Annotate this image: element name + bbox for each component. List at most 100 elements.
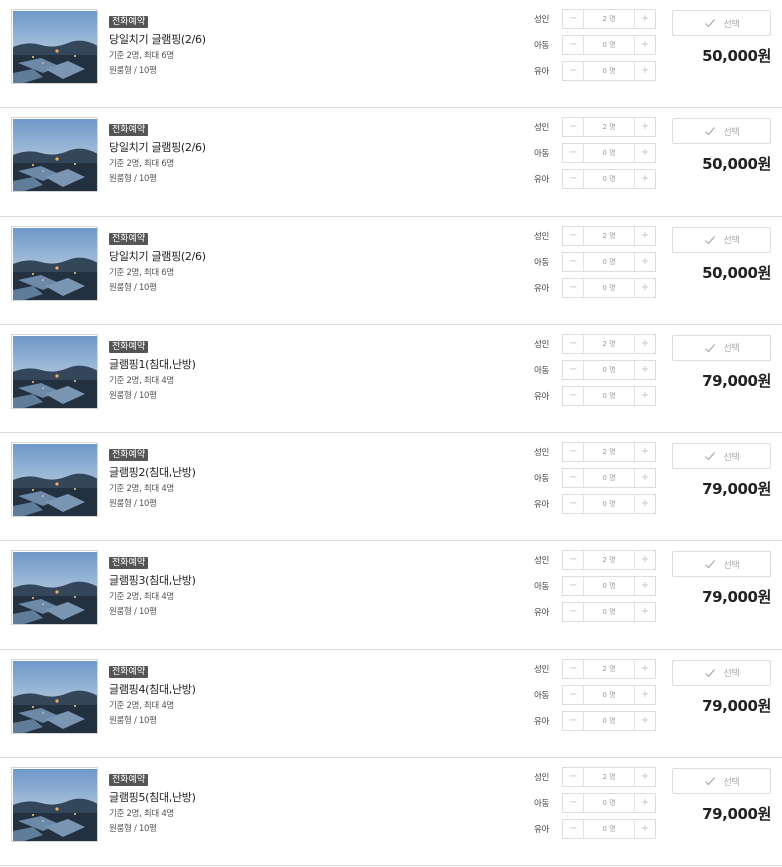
plus-button[interactable]: + xyxy=(634,685,655,704)
select-button[interactable]: 선택 xyxy=(672,334,771,361)
minus-button[interactable]: − xyxy=(563,278,584,297)
plus-button[interactable]: + xyxy=(634,768,655,787)
infant-stepper: − 0 명 + xyxy=(562,61,656,81)
phone-reservation-badge: 전화예약 xyxy=(109,232,149,245)
phone-reservation-badge: 전화예약 xyxy=(109,340,149,353)
room-type: 원룸형 / 10평 xyxy=(109,499,157,510)
plus-button[interactable]: + xyxy=(634,495,655,514)
minus-button[interactable]: − xyxy=(563,36,584,54)
room-name[interactable]: 글램핑5(침대,난방) xyxy=(109,791,196,805)
plus-button[interactable]: + xyxy=(634,278,655,297)
minus-button[interactable]: − xyxy=(563,10,584,28)
room-info: 전화예약 당일치기 글램핑(2/6) 기준 2명, 최대 6명 원룸형 / 10… xyxy=(109,9,206,77)
room-capacity: 기준 2명, 최대 4명 xyxy=(109,592,174,603)
room-name[interactable]: 당일치기 글램핑(2/6) xyxy=(109,33,206,47)
adult-stepper: − 2 명 + xyxy=(562,333,656,354)
plus-button[interactable]: + xyxy=(634,252,655,271)
room-name[interactable]: 당일치기 글램핑(2/6) xyxy=(109,250,206,264)
plus-button[interactable]: + xyxy=(634,334,655,353)
infant-stepper: − 0 명 + xyxy=(562,602,656,623)
room-row: 전화예약 당일치기 글램핑(2/6) 기준 2명, 최대 6명 원룸형 / 10… xyxy=(0,217,782,325)
plus-button[interactable]: + xyxy=(634,820,655,839)
minus-button[interactable]: − xyxy=(563,794,584,813)
room-thumbnail[interactable] xyxy=(11,333,98,409)
plus-button[interactable]: + xyxy=(634,118,655,137)
plus-button[interactable]: + xyxy=(634,10,655,28)
room-name[interactable]: 글램핑2(침대,난방) xyxy=(109,466,196,480)
room-name[interactable]: 글램핑1(침대,난방) xyxy=(109,358,196,372)
plus-button[interactable]: + xyxy=(634,443,655,462)
plus-button[interactable]: + xyxy=(634,794,655,813)
plus-button[interactable]: + xyxy=(634,603,655,622)
plus-button[interactable]: + xyxy=(634,577,655,596)
select-button[interactable]: 선택 xyxy=(672,226,771,253)
room-thumbnail[interactable] xyxy=(11,442,98,518)
room-name[interactable]: 글램핑3(침대,난방) xyxy=(109,574,196,588)
select-button[interactable]: 선택 xyxy=(672,551,771,578)
plus-button[interactable]: + xyxy=(634,170,655,189)
minus-button[interactable]: − xyxy=(563,469,584,488)
minus-button[interactable]: − xyxy=(563,226,584,245)
adult-line: 성인 − 2 명 + xyxy=(534,9,656,29)
select-button[interactable]: 선택 xyxy=(672,10,771,36)
select-button[interactable]: 선택 xyxy=(672,768,771,795)
plus-button[interactable]: + xyxy=(634,226,655,245)
room-thumbnail[interactable] xyxy=(11,225,98,301)
select-label: 선택 xyxy=(723,777,740,788)
select-button[interactable]: 선택 xyxy=(672,659,771,686)
infant-count: 0 명 xyxy=(602,283,616,292)
minus-button[interactable]: − xyxy=(563,360,584,379)
minus-button[interactable]: − xyxy=(563,170,584,189)
infant-count: 0 명 xyxy=(602,608,616,617)
adult-label: 성인 xyxy=(534,556,550,567)
room-thumbnail[interactable] xyxy=(11,117,98,193)
minus-button[interactable]: − xyxy=(563,711,584,730)
room-thumbnail[interactable] xyxy=(11,550,98,626)
plus-button[interactable]: + xyxy=(634,360,655,379)
room-capacity: 기준 2명, 최대 6명 xyxy=(109,159,174,170)
minus-button[interactable]: − xyxy=(563,768,584,787)
guest-selector: 성인 − 2 명 + 아동 − 0 명 + 유아 − 0 명 + xyxy=(534,767,656,845)
select-button[interactable]: 선택 xyxy=(672,443,771,470)
select-button[interactable]: 선택 xyxy=(672,118,771,145)
room-name[interactable]: 글램핑4(침대,난방) xyxy=(109,683,196,697)
minus-button[interactable]: − xyxy=(563,443,584,462)
adult-stepper: − 2 명 + xyxy=(562,658,656,679)
plus-button[interactable]: + xyxy=(634,62,655,80)
room-name[interactable]: 당일치기 글램핑(2/6) xyxy=(109,141,206,155)
room-thumbnail[interactable] xyxy=(11,9,98,84)
plus-button[interactable]: + xyxy=(634,144,655,163)
room-price: 79,000원 xyxy=(702,805,771,824)
plus-button[interactable]: + xyxy=(634,711,655,730)
minus-button[interactable]: − xyxy=(563,386,584,405)
minus-button[interactable]: − xyxy=(563,577,584,596)
room-thumbnail[interactable] xyxy=(11,658,98,734)
plus-button[interactable]: + xyxy=(634,386,655,405)
minus-button[interactable]: − xyxy=(563,685,584,704)
adult-line: 성인 − 2 명 + xyxy=(534,767,656,788)
minus-button[interactable]: − xyxy=(563,334,584,353)
adult-line: 성인 − 2 명 + xyxy=(534,225,656,246)
plus-button[interactable]: + xyxy=(634,36,655,54)
child-stepper: − 0 명 + xyxy=(562,468,656,489)
plus-button[interactable]: + xyxy=(634,551,655,570)
minus-button[interactable]: − xyxy=(563,603,584,622)
check-icon xyxy=(704,452,715,461)
minus-button[interactable]: − xyxy=(563,551,584,570)
minus-button[interactable]: − xyxy=(563,659,584,678)
infant-count: 0 명 xyxy=(602,67,616,75)
child-stepper: − 0 명 + xyxy=(562,143,656,164)
minus-button[interactable]: − xyxy=(563,62,584,80)
minus-button[interactable]: − xyxy=(563,820,584,839)
plus-button[interactable]: + xyxy=(634,659,655,678)
child-label: 아동 xyxy=(534,582,550,593)
room-thumbnail[interactable] xyxy=(11,767,98,843)
room-capacity: 기준 2명, 최대 4명 xyxy=(109,700,174,711)
minus-button[interactable]: − xyxy=(563,144,584,163)
check-icon xyxy=(704,560,715,569)
minus-button[interactable]: − xyxy=(563,252,584,271)
room-photo xyxy=(13,335,97,408)
plus-button[interactable]: + xyxy=(634,469,655,488)
minus-button[interactable]: − xyxy=(563,495,584,514)
minus-button[interactable]: − xyxy=(563,118,584,137)
